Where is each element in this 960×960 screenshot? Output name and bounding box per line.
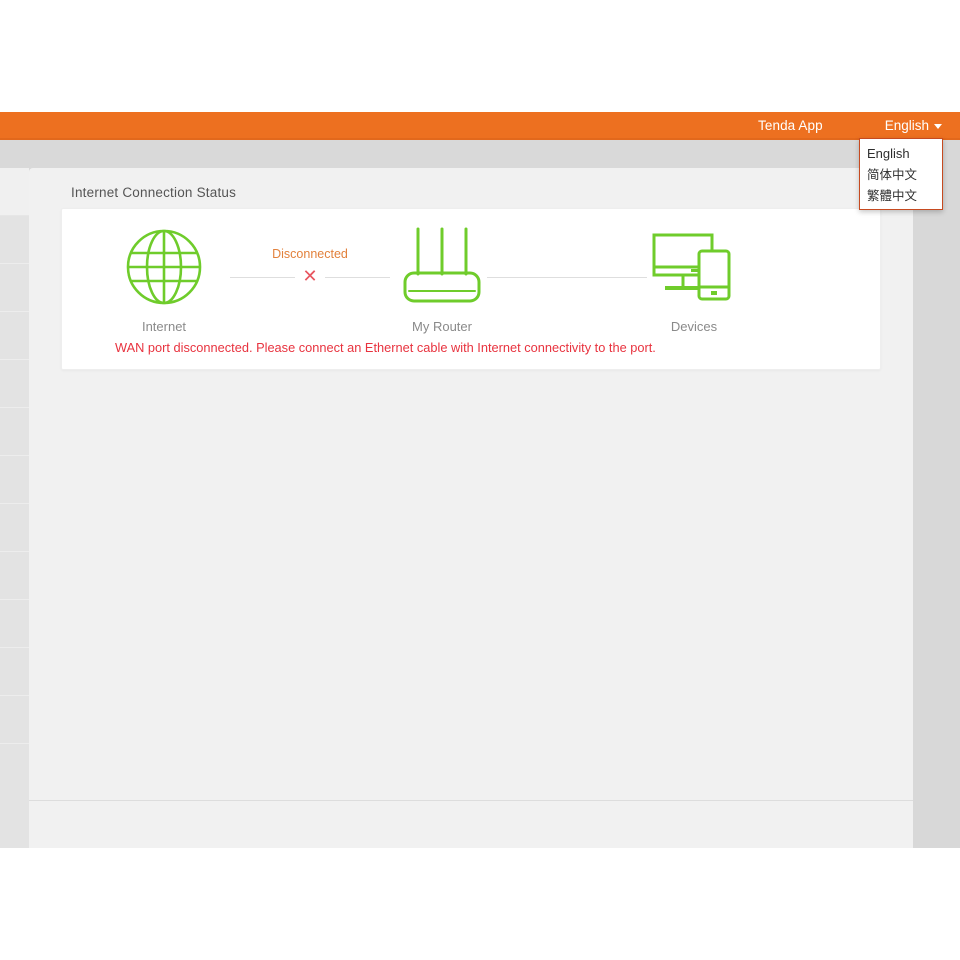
- sidebar-item[interactable]: [0, 360, 29, 408]
- node-internet-label: Internet: [94, 319, 234, 334]
- language-option-2[interactable]: 简体中文: [860, 164, 942, 185]
- node-devices: Devices: [624, 225, 764, 334]
- disconnected-x-icon: ✕: [295, 266, 325, 288]
- header-actions: Tenda App English: [758, 112, 960, 138]
- content-panel: Internet Connection Status: [29, 168, 913, 800]
- router-admin-page: Internet Connection Status: [0, 0, 960, 960]
- connection-status-text: Disconnected: [230, 245, 390, 263]
- tenda-app-link[interactable]: Tenda App: [758, 118, 823, 133]
- connector-router-to-devices: [487, 245, 647, 278]
- sidebar-item[interactable]: [0, 312, 29, 360]
- sidebar-item[interactable]: [0, 168, 29, 216]
- globe-icon: [94, 225, 234, 309]
- sidebar-item[interactable]: [0, 648, 29, 696]
- sidebar-item[interactable]: [0, 408, 29, 456]
- sidebar-item[interactable]: [0, 216, 29, 264]
- language-dropdown-menu[interactable]: English简体中文繁體中文: [859, 138, 943, 210]
- right-gutter: [913, 140, 960, 848]
- node-internet: Internet: [94, 225, 234, 334]
- sidebar-item[interactable]: [0, 552, 29, 600]
- connector-internet-to-router: Disconnected ✕: [230, 245, 390, 278]
- language-option-3[interactable]: 繁體中文: [860, 185, 942, 206]
- internet-connection-status-card: Internet Disconnected ✕: [61, 208, 881, 370]
- devices-status-text: [487, 245, 647, 263]
- sidebar-item[interactable]: [0, 456, 29, 504]
- language-selector-label: English: [885, 118, 929, 133]
- node-router-label: My Router: [372, 319, 512, 334]
- wan-disconnected-warning: WAN port disconnected. Please connect an…: [115, 340, 656, 355]
- chevron-down-icon: [934, 124, 942, 129]
- sidebar-nav[interactable]: [0, 168, 29, 848]
- sidebar-item[interactable]: [0, 264, 29, 312]
- node-devices-label: Devices: [624, 319, 764, 334]
- connector-line: [487, 277, 647, 278]
- sidebar-item[interactable]: [0, 504, 29, 552]
- top-header-bar: Tenda App English: [0, 112, 960, 140]
- panel-footer: [29, 800, 913, 848]
- sidebar-item[interactable]: [0, 600, 29, 648]
- language-option-1[interactable]: English: [860, 143, 942, 164]
- page-title: Internet Connection Status: [71, 185, 236, 200]
- connector-line: ✕: [230, 277, 390, 278]
- node-my-router: My Router: [372, 225, 512, 334]
- devices-icon: [624, 225, 764, 309]
- sidebar-item[interactable]: [0, 696, 29, 744]
- language-selector-button[interactable]: English: [885, 118, 942, 133]
